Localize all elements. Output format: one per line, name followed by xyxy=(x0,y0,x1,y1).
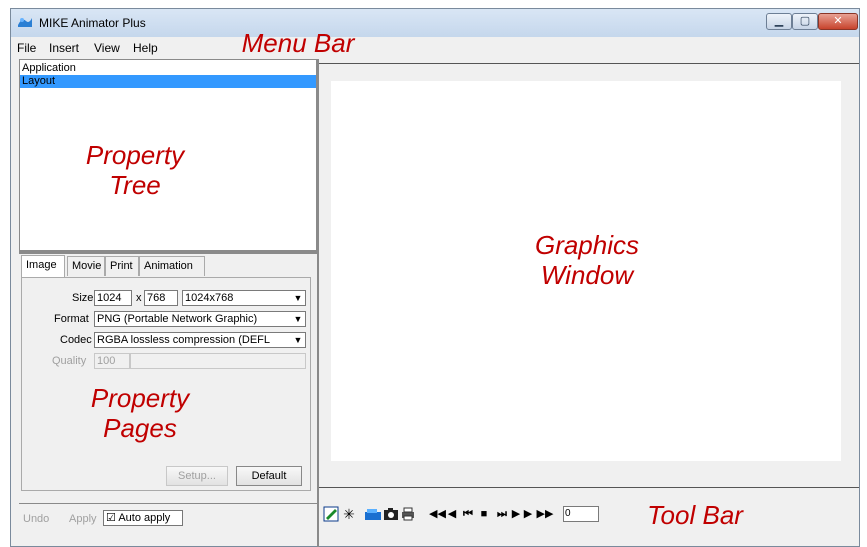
annotation-property-pages: Property Pages xyxy=(90,383,190,443)
size-x-label: x xyxy=(136,292,142,304)
print-icon[interactable] xyxy=(400,506,416,522)
format-label: Format xyxy=(54,313,89,325)
menu-file[interactable]: File xyxy=(17,41,36,55)
minimize-button[interactable]: ▁ xyxy=(766,13,792,30)
tree-item-application[interactable]: Application xyxy=(22,62,76,75)
tree-item-layout[interactable]: Layout xyxy=(20,75,316,88)
chevron-down-icon[interactable]: ▼ xyxy=(291,333,305,347)
camera-icon[interactable] xyxy=(383,506,399,522)
setup-button: Setup... xyxy=(166,466,228,486)
chevron-down-icon[interactable]: ▼ xyxy=(291,312,305,326)
fast-forward-icon[interactable]: ▶▶ xyxy=(535,506,555,522)
default-button[interactable]: Default xyxy=(236,466,302,486)
load-icon[interactable] xyxy=(364,506,382,522)
frame-input[interactable]: 0 xyxy=(563,506,599,522)
app-logo-icon xyxy=(18,18,32,27)
apply-button[interactable]: Apply xyxy=(69,513,97,525)
title-bar[interactable]: MIKE Animator Plus ▁ ▢ ✕ xyxy=(11,9,859,37)
tab-movie[interactable]: Movie xyxy=(67,256,105,276)
divider xyxy=(319,63,859,64)
format-select[interactable]: PNG (Portable Network Graphic) ▼ xyxy=(94,311,306,327)
chevron-down-icon[interactable]: ▼ xyxy=(291,291,305,305)
quality-slider xyxy=(130,353,306,369)
close-button[interactable]: ✕ xyxy=(818,13,858,30)
codec-select[interactable]: RGBA lossless compression (DEFL ▼ xyxy=(94,332,306,348)
go-to-end-icon[interactable]: ⏭ xyxy=(495,506,509,522)
tab-image[interactable]: Image xyxy=(21,255,65,277)
annotation-graphics-window: Graphics Window xyxy=(534,230,640,290)
annotation-tool-bar: Tool Bar xyxy=(647,500,743,530)
annotation-property-tree: Property Tree xyxy=(85,140,185,200)
menu-help[interactable]: Help xyxy=(133,41,158,55)
go-to-start-icon[interactable]: ⏮ xyxy=(461,506,475,522)
codec-label: Codec xyxy=(60,334,92,346)
menu-bar: File Insert View Help xyxy=(11,39,859,57)
menu-view[interactable]: View xyxy=(94,41,120,55)
tab-print[interactable]: Print xyxy=(105,256,139,276)
edit-icon[interactable] xyxy=(323,506,339,522)
auto-apply-checkbox[interactable]: ☑ Auto apply xyxy=(103,510,183,526)
play-icon[interactable]: ▶ xyxy=(511,506,521,522)
app-window: MIKE Animator Plus ▁ ▢ ✕ File Insert Vie… xyxy=(10,8,860,547)
menu-insert[interactable]: Insert xyxy=(49,41,79,55)
asterisk-icon[interactable]: ✳ xyxy=(342,506,356,522)
divider xyxy=(319,487,859,488)
tab-animation[interactable]: Animation xyxy=(139,256,205,276)
play-forward-icon[interactable]: ▶ xyxy=(523,506,533,522)
maximize-button[interactable]: ▢ xyxy=(792,13,818,30)
height-input[interactable]: 768 xyxy=(144,290,178,306)
divider xyxy=(19,503,317,504)
size-preset-select[interactable]: 1024x768 ▼ xyxy=(182,290,306,306)
checkmark-icon: ☑ xyxy=(106,512,116,524)
window-title: MIKE Animator Plus xyxy=(39,16,146,30)
quality-label: Quality xyxy=(52,355,87,367)
auto-apply-label: Auto apply xyxy=(118,512,171,524)
size-label: Size xyxy=(72,292,94,304)
stop-icon[interactable]: ■ xyxy=(477,506,491,522)
step-back-icon[interactable]: ◀ xyxy=(447,506,457,522)
format-value: PNG (Portable Network Graphic) xyxy=(97,313,258,325)
undo-button[interactable]: Undo xyxy=(23,513,49,525)
vertical-splitter[interactable] xyxy=(317,59,319,547)
rewind-icon[interactable]: ◀◀ xyxy=(429,506,446,522)
size-preset-value: 1024x768 xyxy=(185,292,234,304)
horizontal-splitter[interactable] xyxy=(19,251,317,254)
width-input[interactable]: 1024 xyxy=(94,290,132,306)
quality-input: 100 xyxy=(94,353,130,369)
annotation-menu-bar: Menu Bar xyxy=(241,28,355,58)
codec-value: RGBA lossless compression (DEFL xyxy=(97,334,270,346)
